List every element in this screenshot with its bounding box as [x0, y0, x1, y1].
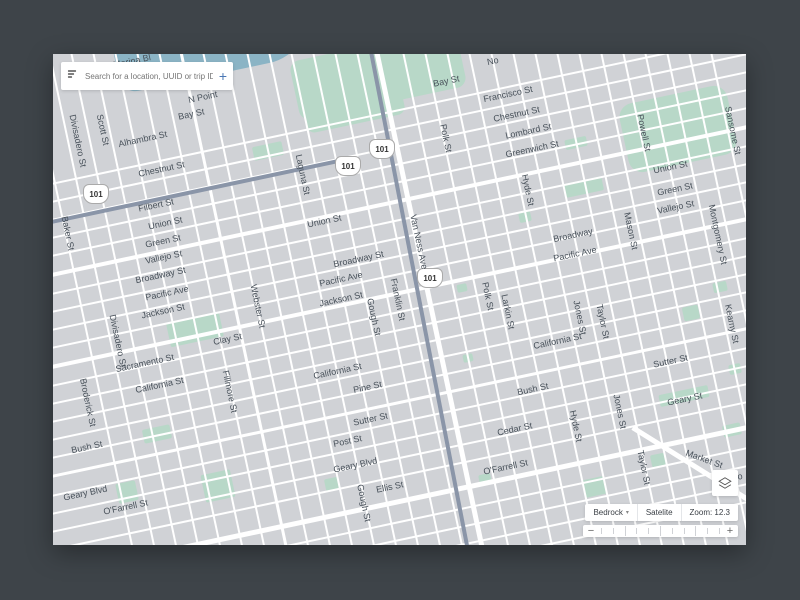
street-label: Sutter St: [652, 352, 688, 369]
street-label: Gough St: [355, 483, 373, 522]
street-label: Broderick St: [78, 377, 98, 427]
chevron-down-icon: ▾: [626, 509, 629, 516]
street-label: Polk St: [438, 123, 454, 153]
map-controls: Bedrock▾ Satelite Zoom: 12.3 − +: [583, 470, 738, 537]
zoom-readout: Zoom: 12.3: [682, 504, 738, 521]
street-label: Union St: [306, 213, 342, 230]
street-label: No: [486, 55, 499, 67]
zoom-out-button[interactable]: −: [583, 525, 599, 537]
street-label: Ellis St: [375, 479, 404, 495]
layers-button[interactable]: [712, 470, 738, 496]
street-label: California St: [134, 375, 184, 395]
street-label: Pine St: [352, 379, 382, 395]
street-label: Bush St: [70, 439, 103, 455]
search-bar: +: [61, 62, 233, 90]
satellite-button[interactable]: Satelite: [638, 504, 682, 521]
basemap-switcher: Bedrock▾ Satelite Zoom: 12.3: [585, 504, 738, 521]
street-label: Fillmore St: [221, 369, 240, 413]
street-label: Bush St: [516, 381, 549, 397]
sort-icon[interactable]: [67, 67, 79, 85]
street-label: Polk St: [480, 281, 496, 311]
add-icon[interactable]: +: [219, 68, 227, 84]
map-viewport[interactable]: 101 101 101 101 Marina BlDivisadero StSc…: [53, 54, 746, 545]
basemap-select[interactable]: Bedrock▾: [585, 504, 637, 521]
street-label: Bay St: [177, 106, 205, 121]
search-input[interactable]: [85, 72, 213, 81]
highway-shield: 101: [417, 268, 443, 288]
highway-shield: 101: [335, 156, 361, 176]
zoom-track[interactable]: [599, 525, 722, 537]
zoom-slider: − +: [583, 525, 738, 537]
street-label: Geary Blvd: [62, 483, 108, 502]
highway-shield: 101: [369, 139, 395, 159]
street-label: Alhambra St: [118, 129, 169, 149]
zoom-in-button[interactable]: +: [722, 525, 738, 537]
highway-shield: 101: [83, 184, 109, 204]
